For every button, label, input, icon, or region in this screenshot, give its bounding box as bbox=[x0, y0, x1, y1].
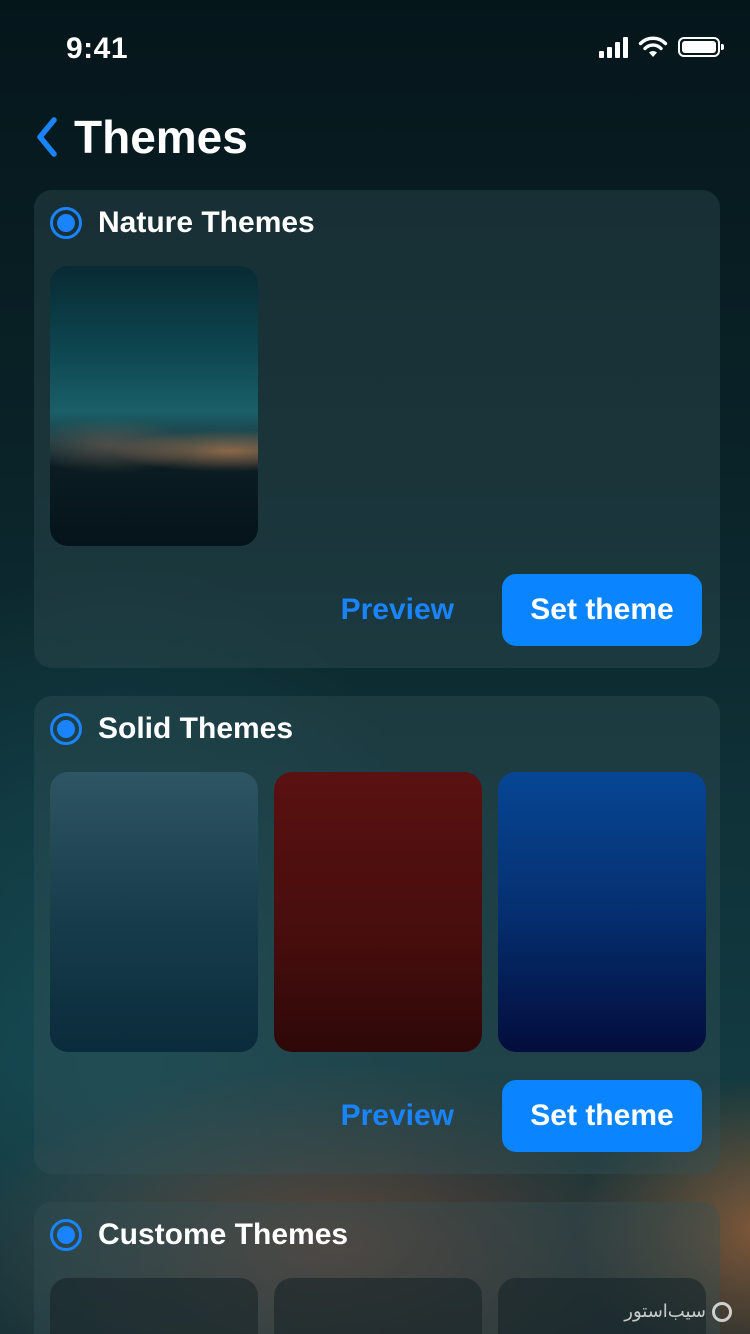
solid-themes-card: Solid Themes Preview Set theme bbox=[34, 696, 720, 1174]
custom-theme-thumbnail[interactable] bbox=[50, 1278, 258, 1334]
status-bar: 9:41 bbox=[0, 0, 750, 100]
radio-selected-dot bbox=[57, 720, 75, 738]
wifi-icon bbox=[638, 36, 668, 57]
watermark: سیب‌استور bbox=[624, 1301, 732, 1322]
solid-theme-teal-thumbnail[interactable] bbox=[50, 772, 258, 1052]
preview-button[interactable]: Preview bbox=[341, 1099, 454, 1133]
custom-theme-thumbnail[interactable] bbox=[274, 1278, 482, 1334]
status-time: 9:41 bbox=[66, 32, 129, 65]
card-header: Nature Themes bbox=[50, 206, 315, 240]
card-title: Nature Themes bbox=[98, 206, 315, 239]
set-theme-button[interactable]: Set theme bbox=[502, 574, 702, 646]
nature-themes-card: Nature Themes Preview Set theme bbox=[34, 190, 720, 668]
status-icons bbox=[599, 36, 724, 58]
card-actions: Preview Set theme bbox=[341, 574, 702, 646]
theme-thumbnails bbox=[50, 772, 706, 1052]
radio-selected-dot bbox=[57, 1226, 75, 1244]
navigation-bar: Themes bbox=[34, 110, 248, 164]
nature-theme-thumbnail[interactable] bbox=[50, 266, 258, 546]
watermark-text: سیب‌استور bbox=[624, 1301, 706, 1321]
radio-selected-dot bbox=[57, 214, 75, 232]
watermark-logo-icon bbox=[712, 1301, 732, 1322]
radio-custom-themes[interactable] bbox=[50, 1219, 82, 1251]
radio-nature-themes[interactable] bbox=[50, 207, 82, 239]
theme-thumbnails bbox=[50, 1278, 706, 1334]
page-title: Themes bbox=[74, 111, 248, 163]
custom-themes-card: Custome Themes bbox=[34, 1202, 720, 1334]
theme-thumbnails bbox=[50, 266, 258, 546]
preview-button[interactable]: Preview bbox=[341, 593, 454, 627]
battery-icon bbox=[678, 37, 724, 57]
radio-solid-themes[interactable] bbox=[50, 713, 82, 745]
solid-theme-blue-thumbnail[interactable] bbox=[498, 772, 706, 1052]
card-title: Custome Themes bbox=[98, 1218, 349, 1251]
solid-theme-red-thumbnail[interactable] bbox=[274, 772, 482, 1052]
card-actions: Preview Set theme bbox=[341, 1080, 702, 1152]
cellular-signal-icon bbox=[599, 36, 628, 58]
chevron-left-icon[interactable] bbox=[34, 112, 64, 162]
card-header: Solid Themes bbox=[50, 712, 293, 746]
card-title: Solid Themes bbox=[98, 712, 294, 745]
set-theme-button[interactable]: Set theme bbox=[502, 1080, 702, 1152]
card-header: Custome Themes bbox=[50, 1218, 348, 1252]
